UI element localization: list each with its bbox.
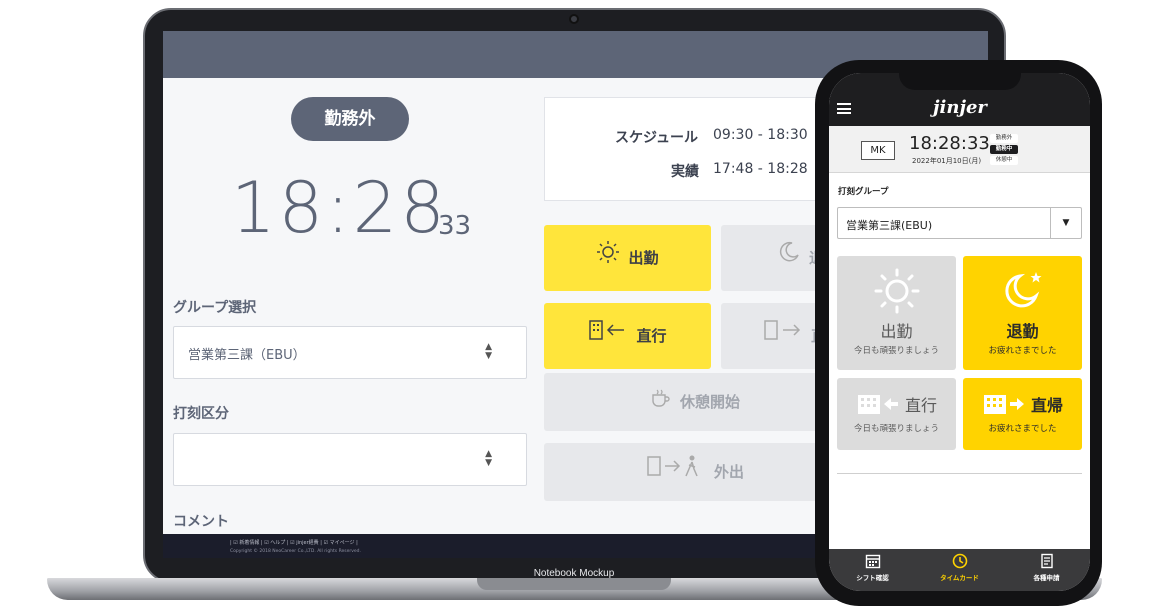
building-arrow-left-icon	[588, 304, 628, 370]
stamp-group-select[interactable]: 営業第三課(EBU) ▼	[837, 207, 1082, 239]
building-arrow-right-icon	[983, 395, 1024, 414]
schedule-label: スケジュール	[615, 130, 699, 146]
direct-return-tile-sub: お疲れさまでした	[988, 424, 1057, 434]
direct-go-tile-label: 直行	[905, 396, 938, 415]
phone-clock-bar: MK 18:28:33 2022年01月10日(月) 勤務外 勤務中 休憩中	[829, 126, 1090, 173]
building-walk-icon	[646, 444, 706, 502]
mockup-label: Notebook Mockup	[533, 568, 615, 579]
building-arrow-right-icon	[763, 304, 803, 370]
actual-value: 17:48 - 18:28	[713, 161, 808, 177]
select-arrows-icon: ▲ ▼	[485, 342, 492, 361]
jinjer-logo: jinjer	[933, 97, 987, 118]
divider	[837, 473, 1082, 474]
sun-icon	[596, 226, 620, 292]
status-tag-working: 勤務中	[990, 145, 1018, 154]
coffee-icon	[650, 374, 672, 432]
clock-in-tile-sub: 今日も頑張りましょう	[853, 346, 939, 356]
stamp-group-label: 打刻グループ	[838, 187, 889, 197]
direct-go-button[interactable]: 直行	[544, 303, 711, 369]
moon-icon	[777, 226, 801, 292]
sun-icon	[874, 268, 919, 314]
phone-date: 2022年01月10日(月)	[912, 157, 982, 165]
phone-clock: 18:28:33	[909, 133, 990, 154]
select-arrows-icon: ▲ ▼	[485, 449, 492, 468]
comment-label: コメント	[173, 514, 229, 530]
footer-copyright: Copyright © 2018 NeoCareer Co.,LTD. All …	[230, 549, 361, 554]
camera-icon	[569, 14, 579, 24]
work-status-badge: 勤務外	[291, 97, 409, 141]
tab-requests-label: 各種申請	[1033, 574, 1060, 582]
tab-shift[interactable]: シフト確認	[829, 553, 916, 582]
phone-notch	[899, 66, 1021, 90]
stamp-group-value: 営業第三課(EBU)	[846, 219, 933, 232]
laptop-base-notch	[477, 578, 671, 590]
direct-go-tile-sub: 今日も頑張りましょう	[853, 424, 939, 434]
schedule-value: 09:30 - 18:30	[713, 127, 808, 143]
tab-shift-label: シフト確認	[856, 574, 889, 582]
group-select[interactable]: 営業第三課（EBU） ▲ ▼	[173, 326, 527, 379]
stamp-type-label: 打刻区分	[173, 406, 229, 422]
phone-tab-bar: シフト確認 タイムカード 各種申請	[829, 549, 1090, 591]
status-tag-off: 勤務外	[990, 134, 1018, 143]
clock-out-tile[interactable]: 退勤 お疲れさまでした	[963, 256, 1082, 370]
tab-timecard-label: タイムカード	[940, 574, 979, 582]
document-icon	[1040, 553, 1053, 569]
clock-icon	[952, 553, 967, 569]
direct-go-tile[interactable]: 直行 今日も頑張りましょう	[837, 378, 956, 450]
hamburger-menu-icon[interactable]	[837, 103, 851, 114]
moon-star-icon	[1004, 272, 1041, 308]
tab-requests[interactable]: 各種申請	[1003, 553, 1090, 582]
clock-in-tile[interactable]: 出勤 今日も頑張りましょう	[837, 256, 956, 370]
stamp-type-select[interactable]: ▲ ▼	[173, 433, 527, 486]
user-badge[interactable]: MK	[861, 141, 895, 160]
clock-in-label: 出勤	[628, 249, 659, 267]
direct-return-tile[interactable]: 直帰 お疲れさまでした	[963, 378, 1082, 450]
clock-out-tile-label: 退勤	[1006, 322, 1039, 341]
clock-out-tile-sub: お疲れさまでした	[988, 346, 1057, 356]
clock-seconds: 33	[438, 211, 472, 241]
status-tag-break: 休憩中	[990, 156, 1018, 165]
go-out-label: 外出	[713, 463, 744, 481]
group-select-value: 営業第三課（EBU）	[188, 348, 306, 363]
schedule-panel: スケジュール 09:30 - 18:30 実績 17:48 - 18:28	[544, 97, 844, 201]
building-arrow-left-icon	[857, 395, 898, 414]
dropdown-caret-icon: ▼	[1050, 208, 1081, 238]
clock-display: 18:28	[231, 167, 448, 249]
actual-label: 実績	[671, 164, 699, 180]
calendar-icon	[865, 554, 880, 569]
clock-in-button[interactable]: 出勤	[544, 225, 711, 291]
break-start-label: 休憩開始	[679, 393, 740, 411]
clock-in-tile-label: 出勤	[880, 322, 913, 341]
tab-timecard[interactable]: タイムカード	[916, 553, 1003, 582]
phone-screen: jinjer MK 18:28:33 2022年01月10日(月) 勤務外 勤務…	[829, 73, 1090, 591]
footer-links[interactable]: | ☑ 新着情報 | ☑ ヘルプ | ☑ jinjer経費 | ☑ マイページ …	[230, 539, 358, 546]
group-select-label: グループ選択	[173, 300, 257, 316]
direct-return-tile-label: 直帰	[1031, 396, 1064, 415]
direct-go-label: 直行	[636, 327, 667, 345]
